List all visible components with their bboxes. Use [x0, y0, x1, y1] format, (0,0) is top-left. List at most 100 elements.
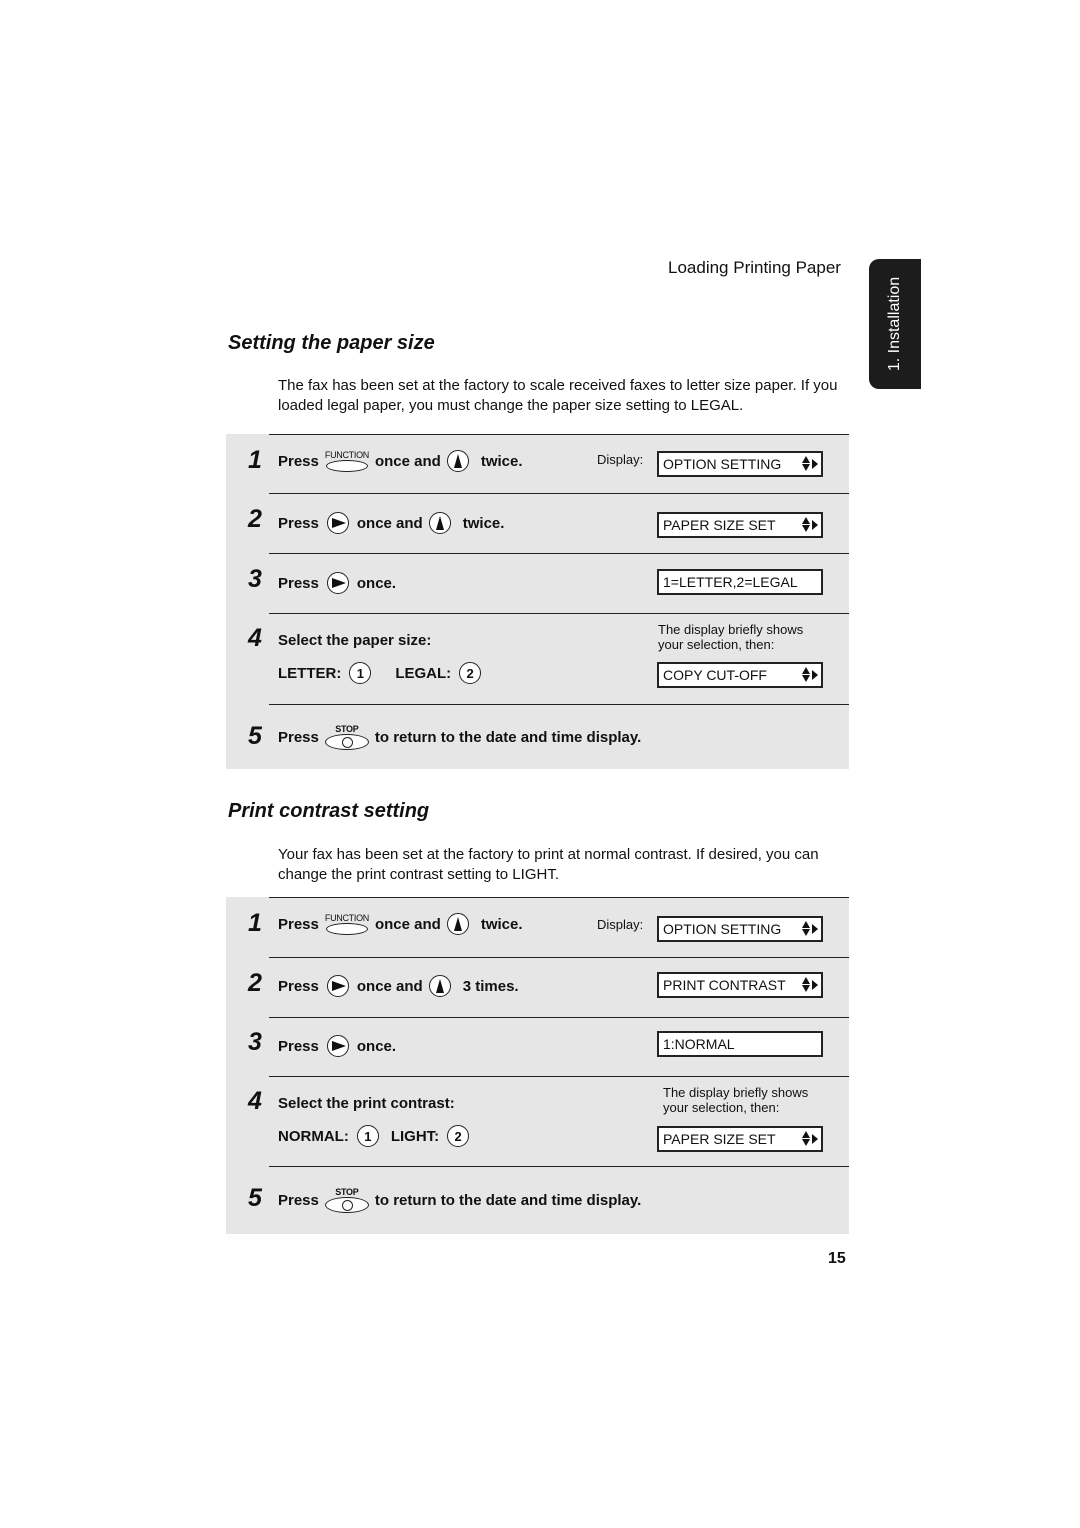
step-text: 3 times. [462, 977, 519, 995]
stop-key-icon: STOP [324, 724, 369, 750]
chapter-tab-label: 1. Installation [886, 276, 903, 372]
step-text: Press [278, 915, 319, 933]
key-1-icon: 1 [349, 662, 372, 684]
lcd-display: COPY CUT-OFF [657, 662, 823, 688]
step-text: once and [356, 977, 423, 995]
divider [269, 613, 849, 614]
divider [269, 1166, 849, 1167]
divider [269, 493, 849, 494]
scroll-arrows-icon [802, 517, 818, 532]
right-arrow-key-icon [326, 975, 349, 997]
step-4: Select the paper size: [278, 632, 432, 649]
step-1: Press FUNCTION once and twice. [278, 913, 529, 935]
display-label: Display: [597, 452, 644, 467]
stop-key-icon: STOP [324, 1187, 369, 1213]
divider [269, 1017, 849, 1018]
section-intro-paper-size: The fax has been set at the factory to s… [278, 377, 838, 414]
up-arrow-key-icon [446, 450, 469, 472]
lcd-display: PAPER SIZE SET [657, 1126, 823, 1152]
up-arrow-key-icon [428, 512, 451, 534]
step-number: 3 [248, 565, 262, 593]
lcd-display: OPTION SETTING [657, 916, 823, 942]
divider [269, 897, 849, 898]
option-label: LETTER: [278, 664, 342, 682]
step-4-options: LETTER: 1 LEGAL: 2 [278, 662, 491, 684]
divider [269, 553, 849, 554]
step-number: 4 [248, 1087, 262, 1115]
lcd-display: 1=LETTER,2=LEGAL [657, 569, 823, 595]
divider [269, 1076, 849, 1077]
step-text: twice. [480, 915, 523, 933]
function-key-icon: FUNCTION [325, 913, 369, 935]
right-arrow-key-icon [326, 572, 349, 594]
step-text: to return to the date and time display. [374, 1191, 642, 1209]
step-1: Press FUNCTION once and twice. [278, 450, 529, 472]
step-text: to return to the date and time display. [374, 728, 642, 746]
key-1-icon: 1 [356, 1125, 379, 1147]
option-label: LEGAL: [395, 664, 452, 682]
step-4: Select the print contrast: [278, 1095, 455, 1112]
step-text: Press [278, 728, 319, 746]
page-number: 15 [828, 1250, 846, 1267]
step-text: Press [278, 514, 319, 532]
step-2: Press once and 3 times. [278, 975, 525, 997]
step-3: Press once. [278, 572, 396, 594]
section-title-print-contrast: Print contrast setting [228, 800, 430, 822]
step-number: 1 [248, 909, 262, 937]
step-text: once. [356, 574, 397, 592]
section-title-paper-size: Setting the paper size [228, 332, 435, 354]
scroll-arrows-icon [802, 667, 818, 682]
up-arrow-key-icon [446, 913, 469, 935]
step-text: Press [278, 574, 319, 592]
display-note: The display briefly shows your selection… [663, 1085, 809, 1115]
step-number: 3 [248, 1028, 262, 1056]
step-number: 1 [248, 446, 262, 474]
scroll-arrows-icon [802, 921, 818, 936]
lcd-display: 1:NORMAL [657, 1031, 823, 1057]
option-label: LIGHT: [390, 1127, 440, 1145]
steps-panel-paper-size: 1 Press FUNCTION once and twice. Display… [226, 434, 849, 769]
step-number: 5 [248, 1184, 262, 1212]
step-3: Press once. [278, 1035, 396, 1057]
steps-panel-print-contrast: 1 Press FUNCTION once and twice. Display… [226, 897, 849, 1234]
step-number: 2 [248, 505, 262, 533]
step-text: once and [356, 514, 423, 532]
step-number: 2 [248, 969, 262, 997]
step-text: Press [278, 1037, 319, 1055]
step-text: Press [278, 1191, 319, 1209]
scroll-arrows-icon [802, 456, 818, 471]
running-header: Loading Printing Paper [668, 258, 841, 277]
key-2-icon: 2 [459, 662, 482, 684]
step-5: Press STOP to return to the date and tim… [278, 724, 641, 750]
key-2-icon: 2 [447, 1125, 470, 1147]
divider [269, 434, 849, 435]
function-key-icon: FUNCTION [325, 450, 369, 472]
display-note: The display briefly shows your selection… [658, 622, 804, 652]
step-text: once and [374, 452, 441, 470]
step-4-options: NORMAL: 1 LIGHT: 2 [278, 1125, 479, 1147]
up-arrow-key-icon [428, 975, 451, 997]
scroll-arrows-icon [802, 977, 818, 992]
lcd-display: PAPER SIZE SET [657, 512, 823, 538]
option-label: NORMAL: [278, 1127, 349, 1145]
step-text: Press [278, 452, 319, 470]
lcd-display: OPTION SETTING [657, 451, 823, 477]
scroll-arrows-icon [802, 1131, 818, 1146]
step-2: Press once and twice. [278, 512, 510, 534]
step-number: 5 [248, 722, 262, 750]
step-text: once and [374, 915, 441, 933]
step-text: once. [356, 1037, 397, 1055]
divider [269, 957, 849, 958]
step-number: 4 [248, 624, 262, 652]
chapter-tab: 1. Installation [869, 259, 921, 389]
step-text: twice. [462, 514, 505, 532]
step-text: twice. [480, 452, 523, 470]
right-arrow-key-icon [326, 1035, 349, 1057]
section-intro-print-contrast: Your fax has been set at the factory to … [278, 846, 819, 883]
step-text: Press [278, 977, 319, 995]
divider [269, 704, 849, 705]
display-label: Display: [597, 917, 644, 932]
step-5: Press STOP to return to the date and tim… [278, 1187, 641, 1213]
right-arrow-key-icon [326, 512, 349, 534]
lcd-display: PRINT CONTRAST [657, 972, 823, 998]
